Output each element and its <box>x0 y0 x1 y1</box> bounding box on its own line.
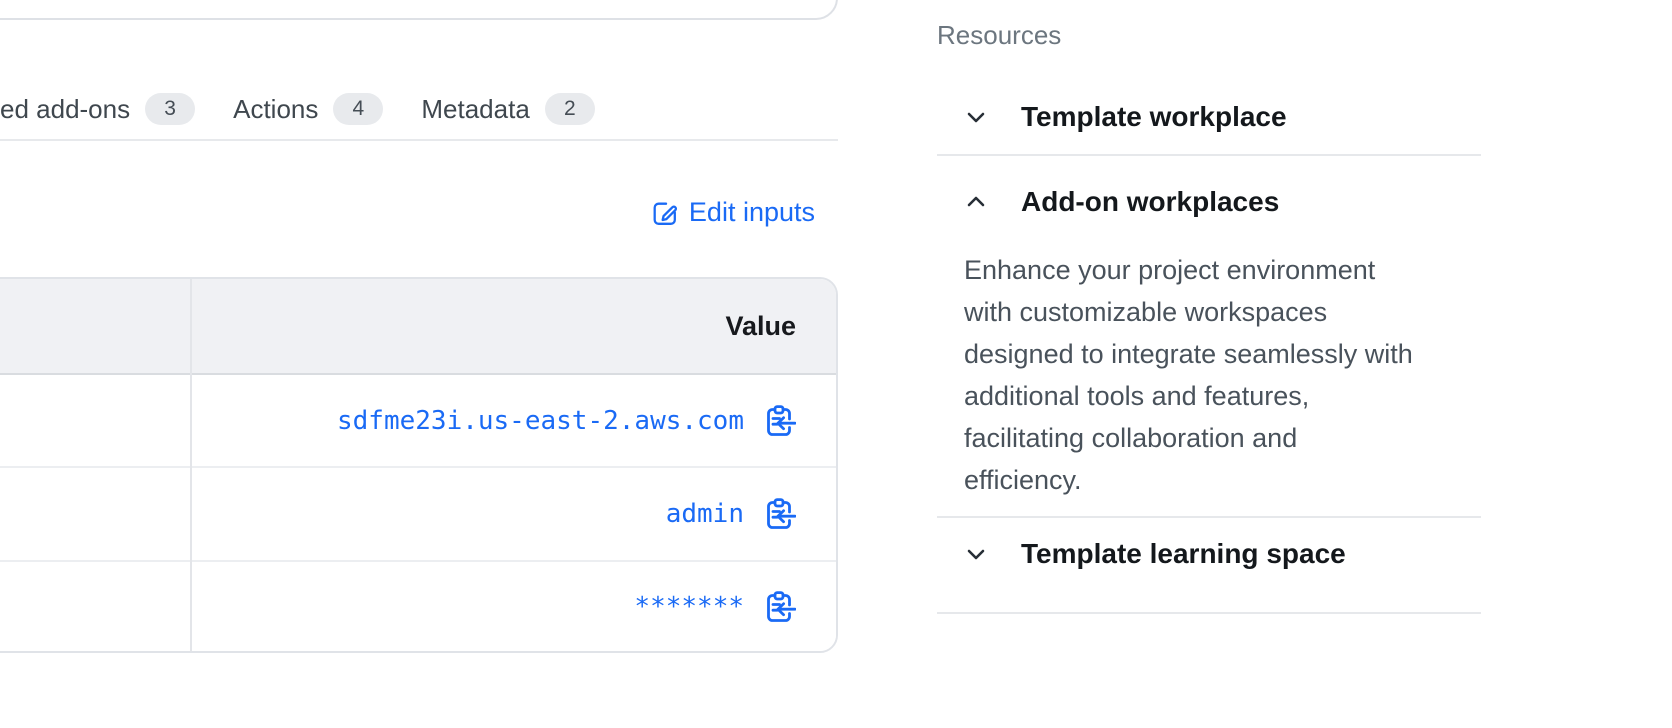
tab-bar: ed add-ons 3 Actions 4 Metadata 2 <box>0 92 633 126</box>
key-column-header <box>0 279 191 373</box>
count-badge: 3 <box>145 93 195 125</box>
clipboard-import-icon <box>762 590 796 624</box>
accordion-template-learning-space[interactable]: Template learning space <box>937 531 1481 577</box>
accordion-title: Add-on workplaces <box>1021 186 1279 218</box>
input-value-password-masked: ******* <box>634 592 744 622</box>
accordion-title: Template workplace <box>1021 101 1287 133</box>
tab-label: ed add-ons <box>0 92 130 126</box>
tab-metadata[interactable]: Metadata 2 <box>421 92 594 126</box>
tab-label: Actions <box>233 92 318 126</box>
count-badge: 4 <box>333 93 383 125</box>
tab-actions[interactable]: Actions 4 <box>233 92 383 126</box>
accordion-body-text: Enhance your project environment with cu… <box>964 249 1484 501</box>
inputs-table: Value sdfme23i.us-east-2.aws.com <box>0 277 838 653</box>
screen: ed add-ons 3 Actions 4 Metadata 2 Edit i… <box>0 0 1672 728</box>
clipboard-import-icon <box>762 497 796 531</box>
count-badge: 2 <box>545 93 595 125</box>
table-body: sdfme23i.us-east-2.aws.com admin <box>0 375 836 653</box>
card-bottom-edge <box>0 0 838 20</box>
resources-heading: Resources <box>937 16 1061 54</box>
value-column-header: Value <box>191 279 836 373</box>
tab-bar-divider <box>0 139 838 141</box>
tab-installed-add-ons[interactable]: ed add-ons 3 <box>0 92 195 126</box>
table-column-divider <box>190 279 192 651</box>
table-header-row: Value <box>0 279 836 375</box>
table-row: admin <box>0 468 836 561</box>
edit-inputs-button[interactable]: Edit inputs <box>649 192 815 232</box>
chevron-down-icon <box>964 105 988 129</box>
accordion-divider <box>937 612 1481 614</box>
edit-pencil-square-icon <box>649 198 677 226</box>
chevron-down-icon <box>964 542 988 566</box>
copy-value-button[interactable] <box>762 590 796 624</box>
input-value-hostname: sdfme23i.us-east-2.aws.com <box>337 406 744 436</box>
chevron-up-icon <box>964 190 988 214</box>
tab-label: Metadata <box>421 92 529 126</box>
copy-value-button[interactable] <box>762 404 796 438</box>
clipboard-import-icon <box>762 404 796 438</box>
accordion-divider <box>937 516 1481 518</box>
input-value-username: admin <box>666 499 744 529</box>
accordion-template-workplace[interactable]: Template workplace <box>937 94 1481 140</box>
accordion-title: Template learning space <box>1021 538 1346 570</box>
accordion-add-on-workplaces[interactable]: Add-on workplaces <box>937 179 1481 225</box>
table-row: sdfme23i.us-east-2.aws.com <box>0 375 836 468</box>
table-row: ******* <box>0 562 836 653</box>
accordion-divider <box>937 154 1481 156</box>
edit-inputs-label: Edit inputs <box>689 197 815 228</box>
copy-value-button[interactable] <box>762 497 796 531</box>
